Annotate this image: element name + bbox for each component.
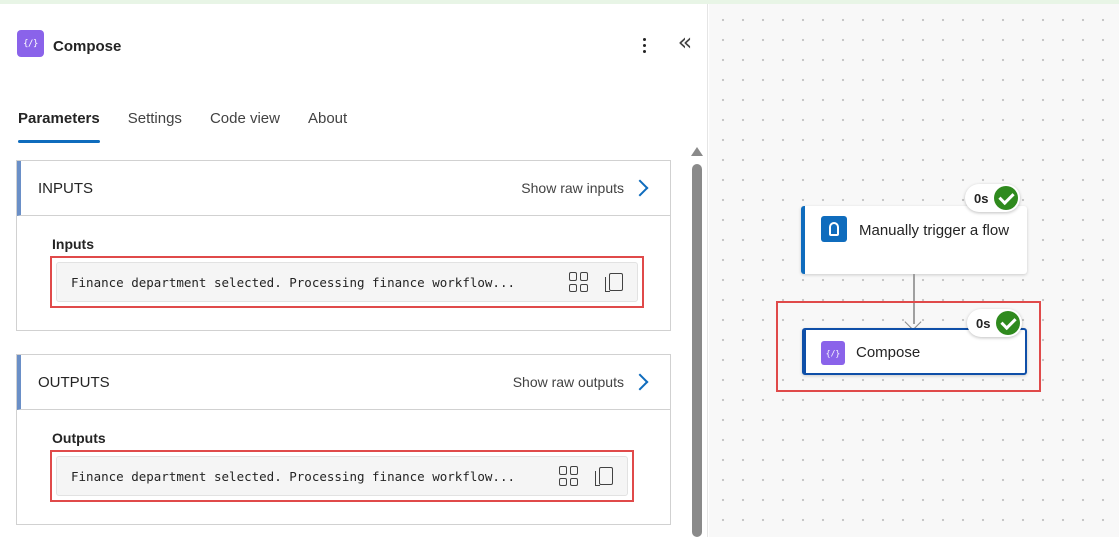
inputs-value: Finance department selected. Processing …: [71, 274, 516, 290]
show-raw-outputs-link[interactable]: Show raw outputs: [513, 373, 650, 391]
checkmark-icon: [994, 186, 1019, 210]
chevron-right-icon: [631, 373, 649, 391]
node-manual-trigger[interactable]: Manually trigger a flow: [801, 206, 1027, 274]
expand-grid-icon[interactable]: [559, 466, 579, 486]
outputs-body: Outputs Finance department selected. Pro…: [17, 410, 670, 524]
outputs-value-box: Finance department selected. Processing …: [50, 450, 634, 502]
scrollbar-thumb[interactable]: [692, 164, 702, 537]
outputs-card: OUTPUTS Show raw outputs Outputs Finance…: [16, 354, 671, 525]
inputs-field-label: Inputs: [52, 236, 94, 252]
expand-grid-icon[interactable]: [569, 272, 589, 292]
tab-about[interactable]: About: [308, 108, 347, 144]
scroll-up-arrow[interactable]: [691, 147, 703, 156]
status-badge: 0s: [965, 184, 1021, 212]
outputs-field-label: Outputs: [52, 430, 106, 446]
outputs-section-label: OUTPUTS: [38, 373, 110, 391]
chevron-right-icon: [631, 179, 649, 197]
compose-icon: {/}: [17, 30, 44, 57]
tab-parameters[interactable]: Parameters: [18, 108, 100, 144]
tab-code-view[interactable]: Code view: [210, 108, 280, 144]
action-details-panel: {/} Compose « Parameters Settings Code v…: [0, 4, 708, 537]
show-raw-inputs-link[interactable]: Show raw inputs: [521, 179, 650, 197]
inputs-value-box: Finance department selected. Processing …: [50, 256, 644, 308]
compose-icon: {/}: [821, 341, 845, 365]
inputs-header: INPUTS Show raw inputs: [17, 161, 670, 216]
duration-label: 0s: [974, 190, 989, 206]
tab-bar: Parameters Settings Code view About: [18, 108, 375, 148]
collapse-panel-icon[interactable]: «: [672, 30, 698, 57]
inputs-section-label: INPUTS: [38, 179, 94, 197]
inputs-body: Inputs Finance department selected. Proc…: [17, 216, 670, 330]
checkmark-icon: [996, 311, 1021, 335]
tab-settings[interactable]: Settings: [128, 108, 182, 144]
copy-icon[interactable]: [605, 273, 623, 292]
inputs-card: INPUTS Show raw inputs Inputs Finance de…: [16, 160, 671, 331]
panel-title: Compose: [53, 38, 122, 55]
copy-icon[interactable]: [595, 467, 613, 486]
status-badge: 0s: [967, 309, 1023, 337]
manual-trigger-icon: [821, 216, 847, 242]
more-options-icon[interactable]: [636, 34, 652, 56]
outputs-header: OUTPUTS Show raw outputs: [17, 355, 670, 410]
outputs-value: Finance department selected. Processing …: [71, 468, 516, 484]
node-title: Compose: [856, 344, 921, 361]
duration-label: 0s: [976, 315, 991, 331]
node-title: Manually trigger a flow: [859, 222, 1010, 239]
